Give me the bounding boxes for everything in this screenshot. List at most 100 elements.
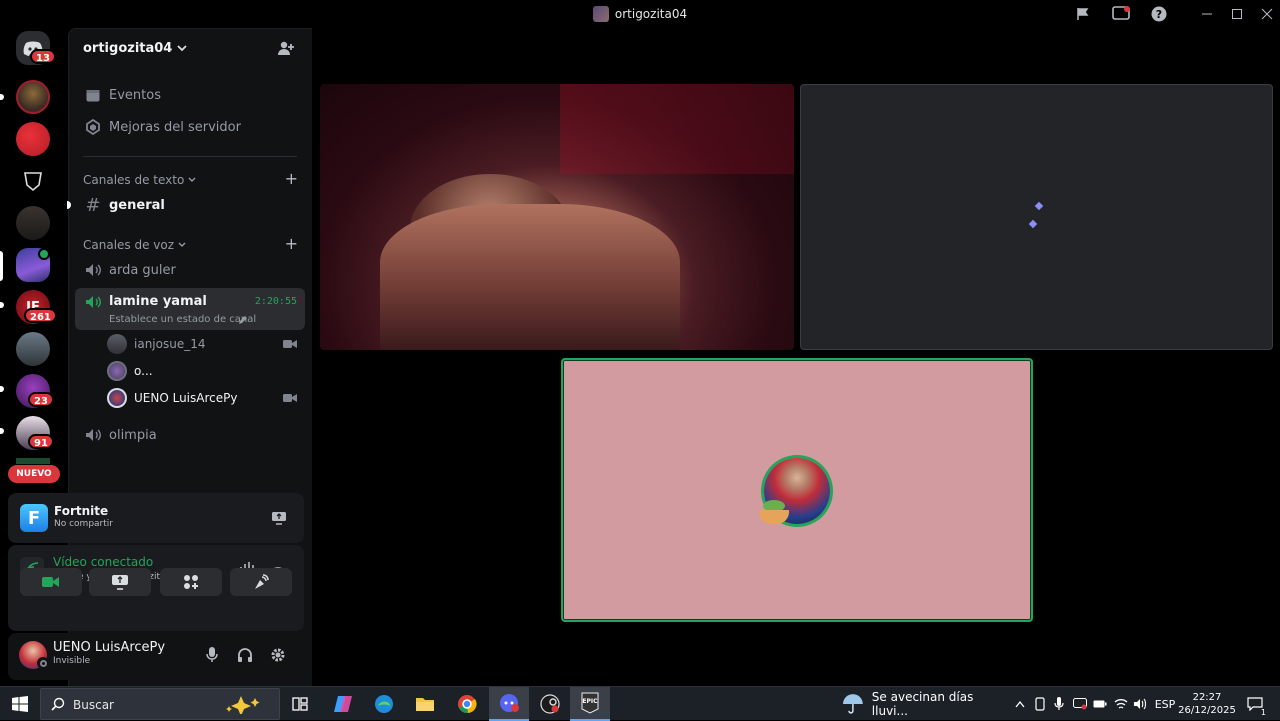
close-icon[interactable] <box>1257 4 1277 24</box>
search-placeholder: Buscar <box>73 698 114 712</box>
screen-share-icon[interactable] <box>271 511 287 525</box>
activities-button[interactable] <box>160 568 222 596</box>
unread-badge: 261 <box>24 308 57 323</box>
boost-icon <box>85 119 101 135</box>
voice-channel-olimpia[interactable]: olimpia <box>75 421 305 449</box>
voice-member[interactable]: UENO LuisArcePy <box>107 387 297 409</box>
voice-channel-arda-guler[interactable]: arda guler <box>75 256 305 284</box>
tray-overflow-icon[interactable] <box>1012 687 1028 721</box>
fortnite-icon: F <box>20 504 48 532</box>
user-panel: UENO LuisArcePy Invisible <box>8 633 304 680</box>
server-icon[interactable] <box>16 80 50 114</box>
server-name: ortigozita04 <box>83 40 173 56</box>
clock-time: 22:27 <box>1192 692 1222 703</box>
battery-icon[interactable] <box>1092 687 1108 721</box>
calendar-icon <box>85 87 101 103</box>
channel-label: arda guler <box>109 262 176 278</box>
server-icon[interactable] <box>16 458 50 464</box>
selected-pip <box>0 251 3 281</box>
clock-date: 26/12/2025 <box>1178 705 1236 716</box>
discord-home-icon[interactable]: 13 <box>16 31 56 65</box>
unread-pip <box>0 94 4 100</box>
unread-pip <box>67 201 71 209</box>
channel-status[interactable]: Establece un estado de canal <box>109 314 256 325</box>
start-button[interactable] <box>0 687 40 721</box>
clock[interactable]: 22:27 26/12/2025 <box>1178 687 1236 721</box>
invite-icon[interactable] <box>277 39 295 57</box>
voice-member[interactable]: o... <box>107 360 297 382</box>
screen-share-button[interactable] <box>89 568 151 596</box>
headphones-icon[interactable] <box>237 647 253 663</box>
sparkle-icon <box>226 696 260 714</box>
settings-icon[interactable] <box>270 647 286 663</box>
chrome-icon[interactable] <box>452 687 482 721</box>
flag-icon[interactable] <box>1073 4 1093 24</box>
video-icon <box>283 340 297 348</box>
language-indicator[interactable]: ESP <box>1152 687 1178 721</box>
server-icon[interactable]: IE 261 <box>16 290 57 324</box>
user-name[interactable]: UENO LuisArcePy <box>53 640 165 655</box>
help-icon[interactable]: ? <box>1149 4 1169 24</box>
epic-games-icon[interactable]: EPIC <box>570 687 610 721</box>
server-boosts-link[interactable]: Mejoras del servidor <box>75 113 305 141</box>
server-icon[interactable] <box>16 164 50 198</box>
volume-icon[interactable] <box>1131 687 1149 721</box>
video-icon <box>42 577 59 587</box>
text-category-label: Canales de texto <box>83 173 185 187</box>
server-icon[interactable] <box>16 122 50 156</box>
minimize-icon[interactable] <box>1197 4 1217 24</box>
chevron-down-icon <box>178 242 186 247</box>
windows-icon <box>12 696 28 712</box>
voice-member[interactable]: ianjosue_14 <box>107 333 297 355</box>
inbox-icon[interactable] <box>1111 4 1131 24</box>
new-badge[interactable]: NUEVO <box>8 465 60 483</box>
svg-text:?: ? <box>1156 8 1162 21</box>
unread-badge: 13 <box>30 49 56 64</box>
channel-general[interactable]: # general <box>75 191 305 219</box>
soundboard-button[interactable] <box>230 568 292 596</box>
server-header[interactable]: ortigozita04 <box>69 29 313 67</box>
camera-button[interactable] <box>20 568 82 596</box>
invisible-status-icon <box>37 657 49 669</box>
text-category[interactable]: Canales de texto <box>83 173 197 187</box>
copilot-icon[interactable] <box>328 687 358 721</box>
notification-center-icon[interactable]: 1 <box>1242 687 1268 721</box>
pencil-icon[interactable] <box>238 315 248 325</box>
video-icon <box>283 394 297 402</box>
taskbar-search-box[interactable]: Buscar <box>40 688 280 720</box>
avatar <box>107 361 127 381</box>
server-icon[interactable] <box>16 332 50 366</box>
add-text-channel-icon[interactable]: + <box>285 169 298 188</box>
server-icon[interactable]: 91 <box>16 416 54 450</box>
task-view-icon[interactable] <box>286 687 314 721</box>
unread-badge: 91 <box>28 434 54 449</box>
add-voice-channel-icon[interactable]: + <box>285 234 298 253</box>
microphone-icon[interactable] <box>206 647 218 663</box>
steam-like-icon[interactable] <box>535 687 565 721</box>
channel-label: general <box>109 197 165 213</box>
server-icon[interactable]: 23 <box>16 374 54 408</box>
user-status: Invisible <box>53 656 91 666</box>
microphone-tray-icon[interactable] <box>1051 687 1067 721</box>
call-timer: 2:20:55 <box>254 296 297 307</box>
video-tile-speaking-user[interactable] <box>561 358 1033 622</box>
device-icon[interactable] <box>1032 687 1048 721</box>
events-link[interactable]: Eventos <box>75 81 305 109</box>
maximize-icon[interactable] <box>1227 4 1247 24</box>
server-icon[interactable] <box>16 206 50 240</box>
voice-category[interactable]: Canales de voz <box>83 238 187 252</box>
video-tile-loading[interactable] <box>800 84 1273 350</box>
avatar <box>107 334 127 354</box>
voice-category-label: Canales de voz <box>83 238 175 252</box>
video-tile-camera[interactable] <box>320 84 794 350</box>
voice-channel-lamine-yamal[interactable]: lamine yamal 2:20:55 Establece un estado… <box>75 288 305 330</box>
wifi-icon[interactable] <box>1112 687 1130 721</box>
server-icon[interactable] <box>16 248 50 282</box>
file-explorer-icon[interactable] <box>410 687 440 721</box>
avatar <box>107 388 127 408</box>
edge-icon[interactable] <box>369 687 399 721</box>
unread-pip <box>0 386 4 392</box>
discord-taskbar-icon[interactable] <box>489 687 529 721</box>
discord-tray-icon[interactable] <box>1070 687 1090 721</box>
weather-widget[interactable]: Se avecinan días lluvi... <box>842 687 1012 721</box>
